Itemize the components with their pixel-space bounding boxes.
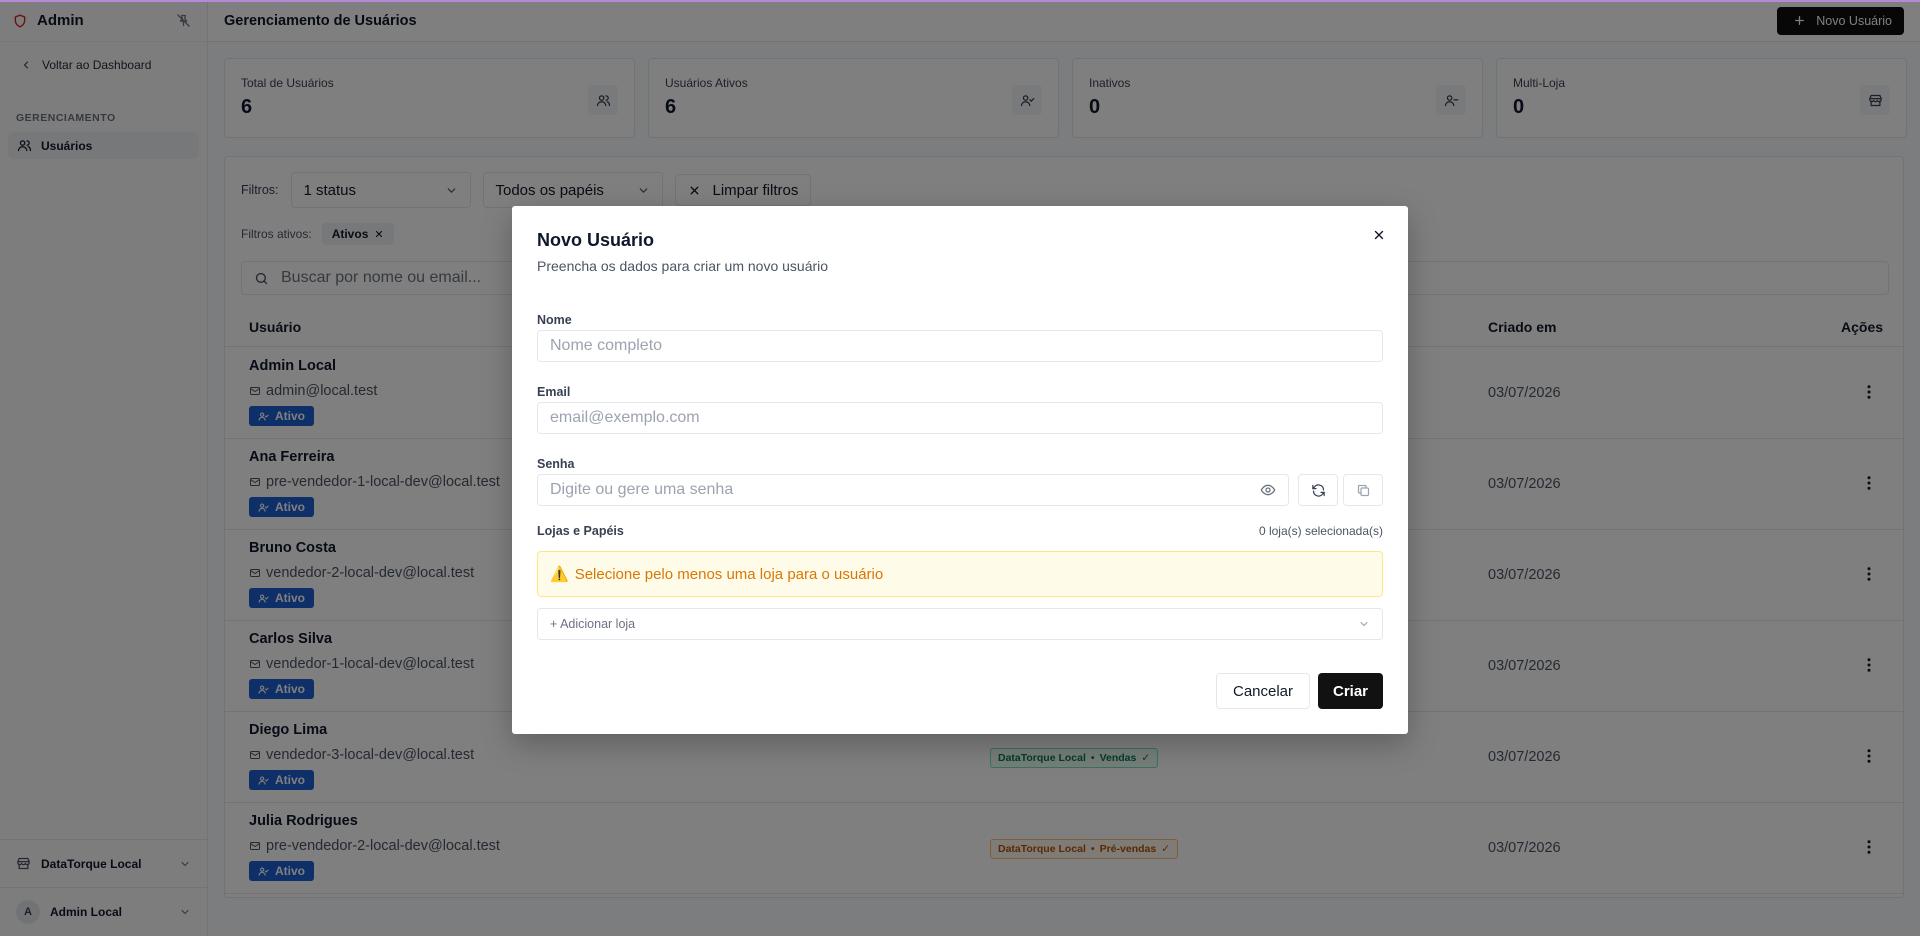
name-placeholder: Nome completo (550, 337, 663, 354)
top-accent-line (0, 0, 1920, 2)
copy-icon (1356, 483, 1371, 498)
name-label: Nome (537, 313, 572, 327)
close-icon[interactable] (1372, 228, 1386, 242)
password-label: Senha (537, 457, 575, 471)
add-store-select[interactable]: + Adicionar loja (537, 608, 1383, 640)
warning-icon: ⚠️ (550, 566, 569, 583)
email-label: Email (537, 385, 571, 399)
stores-roles-label: Lojas e Papéis (537, 524, 624, 538)
eye-icon[interactable] (1260, 482, 1276, 498)
password-input[interactable]: Digite ou gere uma senha (537, 474, 1289, 506)
name-input[interactable]: Nome completo (537, 330, 1383, 362)
dialog-title: Novo Usuário (537, 230, 655, 250)
stores-selected-count: 0 loja(s) selecionada(s) (1258, 524, 1383, 538)
add-store-label: + Adicionar loja (550, 617, 636, 631)
new-user-dialog: Novo Usuário Preencha os dados para cria… (512, 206, 1408, 734)
email-placeholder: email@exemplo.com (550, 409, 700, 426)
email-input[interactable]: email@exemplo.com (537, 402, 1383, 434)
password-placeholder: Digite ou gere uma senha (550, 481, 734, 498)
warning-text: Selecione pelo menos uma loja para o usu… (574, 565, 884, 583)
dialog-subtitle: Preencha os dados para criar um novo usu… (537, 258, 829, 274)
copy-password-button[interactable] (1343, 474, 1383, 506)
cancel-button[interactable]: Cancelar (1216, 673, 1310, 709)
warning-alert: ⚠️ Selecione pelo menos uma loja para o … (537, 551, 1383, 597)
create-button[interactable]: Criar (1318, 673, 1383, 709)
chevron-down-icon (1358, 618, 1370, 630)
generate-password-button[interactable] (1298, 474, 1338, 506)
refresh-icon (1311, 483, 1326, 498)
